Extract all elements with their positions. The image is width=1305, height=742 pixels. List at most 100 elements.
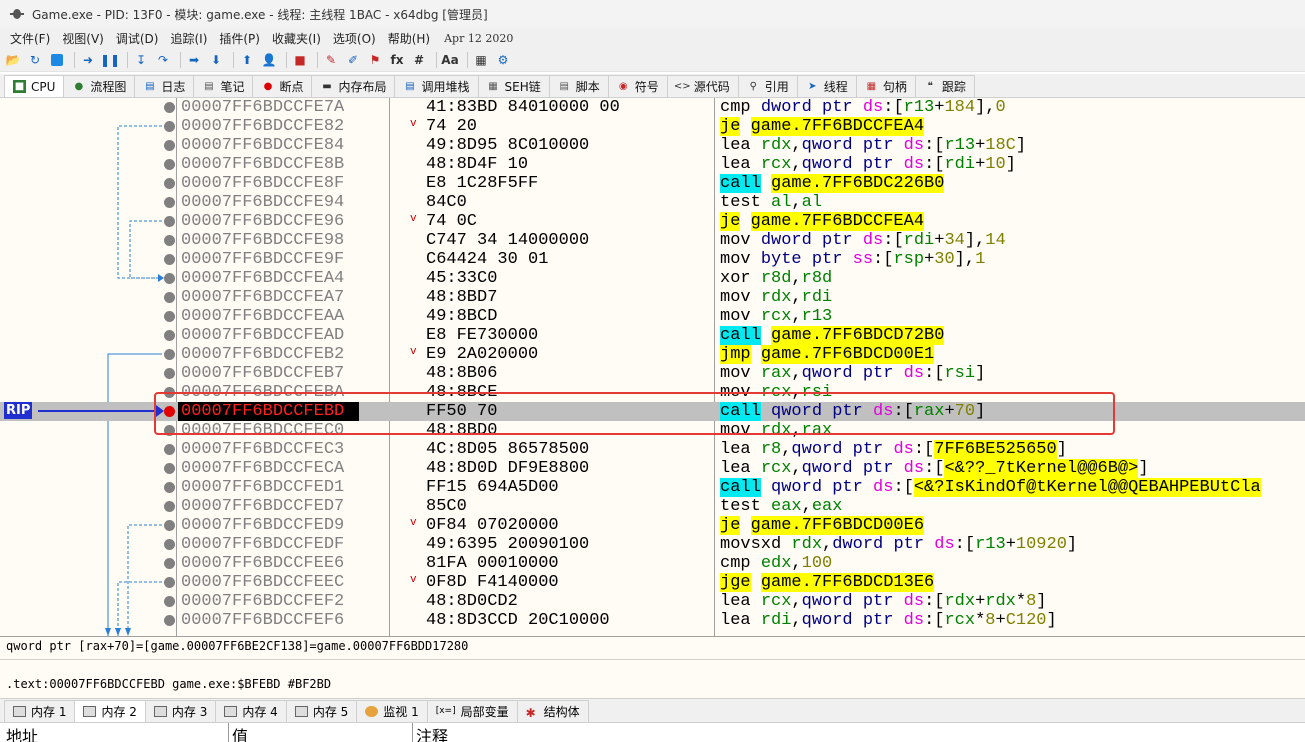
- tab-call-stack[interactable]: ▤ 调用堆栈: [394, 75, 479, 97]
- tab-locals[interactable]: [x=] 局部变量: [426, 700, 518, 722]
- disasm-row[interactable]: 00007FF6BDCCFEF2 48:8D0CD2 lea rcx,qword p…: [0, 592, 1305, 611]
- col-comment[interactable]: 注释: [412, 723, 448, 742]
- tab-graph[interactable]: ● 流程图: [63, 75, 136, 97]
- open-icon[interactable]: 📂: [4, 51, 22, 69]
- disasm-row[interactable]: 00007FF6BDCCFEAA 49:8BCD mov rcx,r13: [0, 307, 1305, 326]
- disasm-row[interactable]: 00007FF6BDCCFED1 FF15 694A5D00 call qword …: [0, 478, 1305, 497]
- font-icon[interactable]: Aa: [441, 51, 459, 69]
- breakpoint-dot-icon[interactable]: [164, 197, 175, 208]
- execute-till-return-icon[interactable]: ⬆: [238, 51, 256, 69]
- label-icon[interactable]: ✐: [344, 51, 362, 69]
- run-icon[interactable]: ➜: [79, 51, 97, 69]
- disasm-row[interactable]: 00007FF6BDCCFE8B 48:8D4F 10 lea rcx,qword …: [0, 155, 1305, 174]
- disasm-row[interactable]: 00007FF6BDCCFEB7 48:8B06 mov rax,qword ptr…: [0, 364, 1305, 383]
- disasm-row[interactable]: 00007FF6BDCCFE9F C64424 30 01 mov byte ptr…: [0, 250, 1305, 269]
- breakpoint-dot-icon[interactable]: [164, 444, 175, 455]
- breakpoint-dot-icon[interactable]: [164, 482, 175, 493]
- disasm-row[interactable]: 00007FF6BDCCFEBA 48:8BCE mov rcx,rsi: [0, 383, 1305, 402]
- tab-cpu[interactable]: ■ CPU: [4, 75, 65, 97]
- function-icon[interactable]: fx: [388, 51, 406, 69]
- breakpoint-dot-icon[interactable]: [164, 577, 175, 588]
- tab-trace[interactable]: ❝ 跟踪: [914, 75, 975, 97]
- disasm-row[interactable]: 00007FF6BDCCFEE6 81FA 00010000 cmp edx,100: [0, 554, 1305, 573]
- trace-into-icon[interactable]: ➡: [185, 51, 203, 69]
- tab-dump-5[interactable]: 内存 5: [285, 700, 358, 722]
- breakpoint-dot-icon[interactable]: [164, 292, 175, 303]
- disasm-row[interactable]: 00007FF6BDCCFEC3 4C:8D05 86578500 lea r8,q…: [0, 440, 1305, 459]
- breakpoint-dot-icon[interactable]: [164, 387, 175, 398]
- disasm-row[interactable]: 00007FF6BDCCFEDF 49:6395 20090100 movsxd r…: [0, 535, 1305, 554]
- step-over-icon[interactable]: ↷: [154, 51, 172, 69]
- disasm-row[interactable]: 00007FF6BDCCFEA7 48:8BD7 mov rdx,rdi: [0, 288, 1305, 307]
- tab-watch-1[interactable]: 监视 1: [356, 700, 428, 722]
- menu-help[interactable]: 帮助(H): [382, 30, 436, 47]
- breakpoint-dot-icon[interactable]: [164, 520, 175, 531]
- disasm-row[interactable]: 00007FF6BDCCFE82 v 74 20 je game.7FF6BDCCFE…: [0, 117, 1305, 136]
- breakpoint-dot-icon[interactable]: [164, 254, 175, 265]
- tab-dump-3[interactable]: 内存 3: [144, 700, 217, 722]
- disasm-row[interactable]: 00007FF6BDCCFED9 v 0F84 07020000 je game.7F…: [0, 516, 1305, 535]
- tab-threads[interactable]: ➤ 线程: [796, 75, 857, 97]
- disasm-row[interactable]: 00007FF6BDCCFE98 C747 34 14000000 mov dwor…: [0, 231, 1305, 250]
- menu-options[interactable]: 选项(O): [327, 30, 382, 47]
- breakpoint-dot-icon[interactable]: [164, 121, 175, 132]
- disasm-row[interactable]: 00007FF6BDCCFEB2 v E9 2A020000 jmp game.7FF…: [0, 345, 1305, 364]
- comment-icon[interactable]: ✎: [322, 51, 340, 69]
- tab-breakpoints[interactable]: ● 断点: [252, 75, 313, 97]
- disasm-row[interactable]: 00007FF6BDCCFE8F E8 1C28F5FF call game.7FF…: [0, 174, 1305, 193]
- breakpoint-dot-icon[interactable]: [164, 596, 175, 607]
- trace-over-icon[interactable]: ⬇: [207, 51, 225, 69]
- tab-symbols[interactable]: ◉ 符号: [607, 75, 668, 97]
- script-icon[interactable]: ■: [291, 51, 309, 69]
- disasm-row[interactable]: 00007FF6BDCCFEC0 48:8BD0 mov rdx,rax: [0, 421, 1305, 440]
- breakpoint-dot-icon[interactable]: [164, 216, 175, 227]
- disasm-row[interactable]: 00007FF6BDCCFEA4 45:33C0 xor r8d,r8d: [0, 269, 1305, 288]
- col-address[interactable]: 地址: [6, 723, 38, 742]
- disasm-row[interactable]: 00007FF6BDCCFE96 v 74 0C je game.7FF6BDCCFE…: [0, 212, 1305, 231]
- breakpoint-dot-icon[interactable]: [164, 349, 175, 360]
- menu-view[interactable]: 视图(V): [56, 30, 110, 47]
- disasm-row[interactable]: 00007FF6BDCCFEEC v 0F8D F4140000 jge game.7…: [0, 573, 1305, 592]
- tab-dump-2[interactable]: 内存 2: [74, 700, 146, 722]
- calculator-icon[interactable]: ▦: [472, 51, 490, 69]
- tab-dump-1[interactable]: 内存 1: [4, 700, 76, 722]
- breakpoint-dot-icon[interactable]: [164, 406, 175, 417]
- pause-icon[interactable]: ❚❚: [100, 51, 120, 69]
- tab-source[interactable]: <> 源代码: [666, 75, 739, 97]
- disasm-row[interactable]: 00007FF6BDCCFED7 85C0 test eax,eax: [0, 497, 1305, 516]
- tab-notes[interactable]: ▤ 笔记: [193, 75, 254, 97]
- settings-icon[interactable]: ⚙: [494, 51, 512, 69]
- disasm-row[interactable]: 00007FF6BDCCFECA 48:8D0D DF9E8800 lea rcx,…: [0, 459, 1305, 478]
- breakpoint-dot-icon[interactable]: [164, 273, 175, 284]
- breakpoint-dot-icon[interactable]: [164, 235, 175, 246]
- tab-dump-4[interactable]: 内存 4: [215, 700, 287, 722]
- breakpoint-dot-icon[interactable]: [164, 501, 175, 512]
- stop-icon[interactable]: [48, 51, 66, 69]
- restart-icon[interactable]: ↻: [26, 51, 44, 69]
- disasm-row[interactable]: 00007FF6BDCCFE94 84C0 test al,al: [0, 193, 1305, 212]
- disasm-row[interactable]: 00007FF6BDCCFE84 49:8D95 8C010000 lea rdx,…: [0, 136, 1305, 155]
- tab-log[interactable]: ▤ 日志: [134, 75, 195, 97]
- menu-plugins[interactable]: 插件(P): [213, 30, 266, 47]
- breakpoint-dot-icon[interactable]: [164, 368, 175, 379]
- tab-struct[interactable]: ✱ 结构体: [516, 700, 589, 722]
- breakpoint-dot-icon[interactable]: [164, 330, 175, 341]
- breakpoint-dot-icon[interactable]: [164, 311, 175, 322]
- disassembly-view[interactable]: 00007FF6BDCCFE7A 41:83BD 84010000 00 cmp d…: [0, 98, 1305, 636]
- tab-memory-map[interactable]: ▬ 内存布局: [311, 75, 396, 97]
- hash-icon[interactable]: #: [410, 51, 428, 69]
- breakpoint-dot-icon[interactable]: [164, 178, 175, 189]
- breakpoint-dot-icon[interactable]: [164, 558, 175, 569]
- breakpoint-dot-icon[interactable]: [164, 463, 175, 474]
- breakpoint-dot-icon[interactable]: [164, 539, 175, 550]
- breakpoint-dot-icon[interactable]: [164, 159, 175, 170]
- run-to-user-code-icon[interactable]: 👤: [260, 51, 278, 69]
- breakpoint-dot-icon[interactable]: [164, 615, 175, 626]
- bookmark-icon[interactable]: ⚑: [366, 51, 384, 69]
- menu-file[interactable]: 文件(F): [4, 30, 56, 47]
- disasm-row[interactable]: 00007FF6BDCCFEBD FF50 70 call qword ptr ds…: [0, 402, 1305, 421]
- step-into-icon[interactable]: ↧: [132, 51, 150, 69]
- tab-references[interactable]: ⚲ 引用: [737, 75, 798, 97]
- breakpoint-dot-icon[interactable]: [164, 102, 175, 113]
- disasm-row[interactable]: 00007FF6BDCCFEAD E8 FE730000 call game.7FF…: [0, 326, 1305, 345]
